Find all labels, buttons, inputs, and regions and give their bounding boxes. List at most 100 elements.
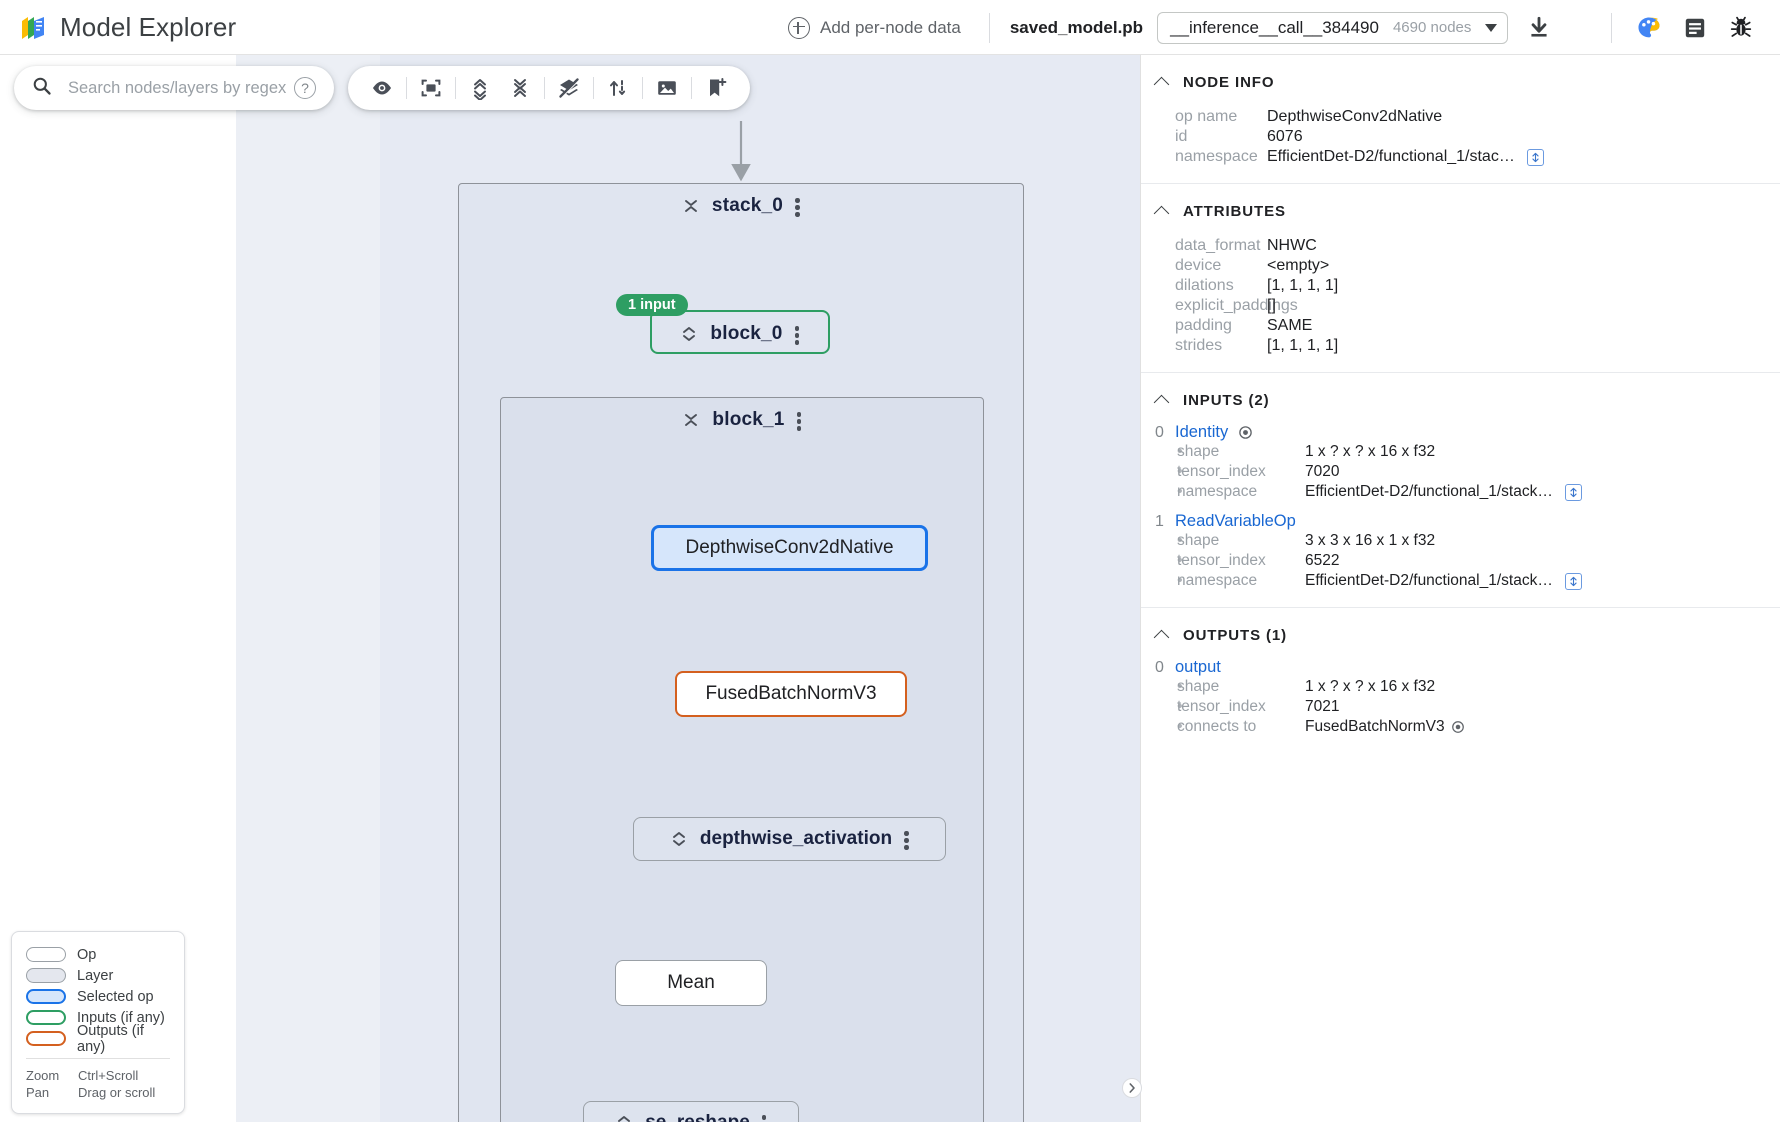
- bug-icon[interactable]: [1718, 6, 1764, 50]
- section-header-attributes[interactable]: ATTRIBUTES: [1141, 198, 1780, 224]
- output-row-tensor-index: • tensor_index 7021: [1141, 697, 1780, 717]
- chevron-up-icon[interactable]: [1155, 75, 1169, 89]
- more-vert-icon[interactable]: [795, 323, 800, 345]
- row-value: DepthwiseConv2dNative: [1267, 108, 1442, 126]
- node-label: se_reshape: [645, 1112, 750, 1122]
- legend-swatch: [26, 947, 66, 962]
- row-value: <empty>: [1267, 257, 1329, 275]
- row-key: namespace: [1177, 572, 1305, 590]
- input-name-link[interactable]: Identity: [1175, 423, 1228, 442]
- output-name-link[interactable]: output: [1175, 658, 1221, 677]
- chevron-up-icon[interactable]: [1155, 204, 1169, 218]
- expand-chevrons-icon[interactable]: [615, 1112, 633, 1122]
- expand-all-layers-icon[interactable]: [460, 68, 500, 108]
- input-row-shape: • shape 1 x ? x ? x 16 x f32: [1141, 442, 1780, 462]
- row-key: device: [1141, 257, 1267, 275]
- input-name-link[interactable]: ReadVariableOp: [1175, 512, 1296, 531]
- toolbar-divider: [455, 77, 456, 99]
- shortcut-value: Drag or scroll: [78, 1084, 155, 1101]
- group-header-stack_0: stack_0: [459, 184, 1023, 228]
- section-header-outputs[interactable]: OUTPUTS (1): [1141, 622, 1780, 648]
- add-bookmark-icon[interactable]: [696, 68, 736, 108]
- download-icon: [1526, 15, 1552, 41]
- row-key: tensor_index: [1177, 698, 1305, 716]
- graph-node-se_reshape[interactable]: se_reshape: [583, 1101, 799, 1122]
- legend-item-outputs: Outputs (if any): [26, 1028, 170, 1049]
- copy-icon[interactable]: [1527, 149, 1544, 166]
- fit-to-screen-icon[interactable]: [411, 68, 451, 108]
- graph-node-block_0[interactable]: 1 input block_0: [650, 310, 830, 354]
- header-center-group: Add per-node data saved_model.pb __infer…: [780, 0, 1552, 55]
- more-vert-icon[interactable]: [762, 1112, 767, 1122]
- collapse-chevrons-icon[interactable]: [682, 195, 700, 217]
- row-key: tensor_index: [1177, 463, 1305, 481]
- model-explorer-logo-icon: [18, 12, 48, 42]
- chevron-up-icon[interactable]: [1155, 628, 1169, 642]
- search-input[interactable]: [66, 78, 294, 99]
- flip-direction-icon[interactable]: [598, 68, 638, 108]
- row-key: shape: [1177, 443, 1305, 461]
- section-attributes: ATTRIBUTES data_format NHWC device <empt…: [1141, 184, 1780, 373]
- expand-chevrons-icon[interactable]: [680, 323, 698, 345]
- graph-node-depthwise_activation[interactable]: depthwise_activation: [633, 817, 946, 861]
- graph-selector-dropdown[interactable]: __inference__call__384490 4690 nodes: [1157, 12, 1508, 44]
- graph-node-mean[interactable]: Mean: [615, 960, 767, 1006]
- graph-legend: Op Layer Selected op Inputs (if any) Out…: [11, 931, 185, 1114]
- graph-name-label: __inference__call__384490: [1170, 18, 1379, 38]
- document-list-icon[interactable]: [1672, 6, 1718, 50]
- legend-swatch: [26, 989, 66, 1004]
- copy-icon[interactable]: [1565, 573, 1582, 590]
- row-value: 3 x 3 x 16 x 1 x f32: [1305, 532, 1435, 550]
- bullet-icon: •: [1141, 532, 1177, 550]
- bullet-icon: •: [1141, 678, 1177, 696]
- graph-canvas[interactable]: stack_0 block_1 1 input: [0, 55, 1140, 1122]
- section-inputs: INPUTS (2) 0 Identity • shape: [1141, 373, 1780, 608]
- panel-resize-handle[interactable]: [1122, 1078, 1142, 1098]
- download-image-icon[interactable]: [647, 68, 687, 108]
- toolbar-divider: [406, 77, 407, 99]
- legend-shortcut-zoom: Zoom Ctrl+Scroll: [26, 1067, 170, 1084]
- legend-swatch: [26, 1010, 66, 1025]
- chevron-up-icon[interactable]: [1155, 393, 1169, 407]
- row-value: [1, 1, 1, 1]: [1267, 277, 1338, 295]
- more-vert-icon[interactable]: [795, 195, 800, 217]
- collapse-chevrons-icon[interactable]: [682, 409, 700, 431]
- help-circle-icon[interactable]: ?: [294, 77, 316, 99]
- graph-node-fusedbatchnormv3[interactable]: FusedBatchNormV3: [675, 671, 907, 717]
- add-per-node-data-label: Add per-node data: [820, 18, 961, 38]
- graph-node-depthwiseconv2dnative[interactable]: DepthwiseConv2dNative: [651, 525, 928, 571]
- attribute-row: dilations [1, 1, 1, 1]: [1141, 276, 1780, 296]
- color-palette-icon[interactable]: [1626, 6, 1672, 50]
- download-model-button[interactable]: [1526, 15, 1552, 41]
- row-value: 1 x ? x ? x 16 x f32: [1305, 443, 1435, 461]
- group-header-block_1: block_1: [501, 398, 983, 442]
- input-index: 1: [1155, 513, 1165, 531]
- locate-node-icon[interactable]: [1238, 425, 1253, 440]
- app-header: Model Explorer Add per-node data saved_m…: [0, 0, 1780, 55]
- section-header-node-info[interactable]: NODE INFO: [1141, 69, 1780, 95]
- graph-group-block_1[interactable]: block_1: [500, 397, 984, 1122]
- visibility-eye-icon[interactable]: [362, 68, 402, 108]
- row-key: strides: [1141, 337, 1267, 355]
- hide-layers-icon[interactable]: [549, 68, 589, 108]
- collapse-all-layers-icon[interactable]: [500, 68, 540, 108]
- add-per-node-data-button[interactable]: Add per-node data: [780, 13, 969, 43]
- model-explorer-app: Model Explorer Add per-node data saved_m…: [0, 0, 1780, 1122]
- group-header-block_0: block_0: [652, 312, 828, 356]
- row-value-wrap: FusedBatchNormV3: [1305, 718, 1466, 736]
- attribute-row: strides [1, 1, 1, 1]: [1141, 336, 1780, 356]
- row-key: shape: [1177, 532, 1305, 550]
- more-vert-icon[interactable]: [904, 828, 909, 850]
- expand-chevrons-icon[interactable]: [670, 828, 688, 850]
- locate-node-icon[interactable]: [1451, 720, 1466, 735]
- row-key: connects to: [1177, 718, 1305, 736]
- copy-icon[interactable]: [1565, 484, 1582, 501]
- row-value-wrap: EfficientDet-D2/functional_1/stack_...: [1267, 148, 1544, 166]
- node-info-rows: op name DepthwiseConv2dNative id 6076 na…: [1141, 107, 1780, 167]
- search-bar[interactable]: ?: [14, 66, 334, 110]
- toolbar-divider: [691, 77, 692, 99]
- section-header-inputs[interactable]: INPUTS (2): [1141, 387, 1780, 413]
- plus-circle-icon: [788, 17, 810, 39]
- header-divider: [989, 13, 990, 43]
- more-vert-icon[interactable]: [797, 409, 802, 431]
